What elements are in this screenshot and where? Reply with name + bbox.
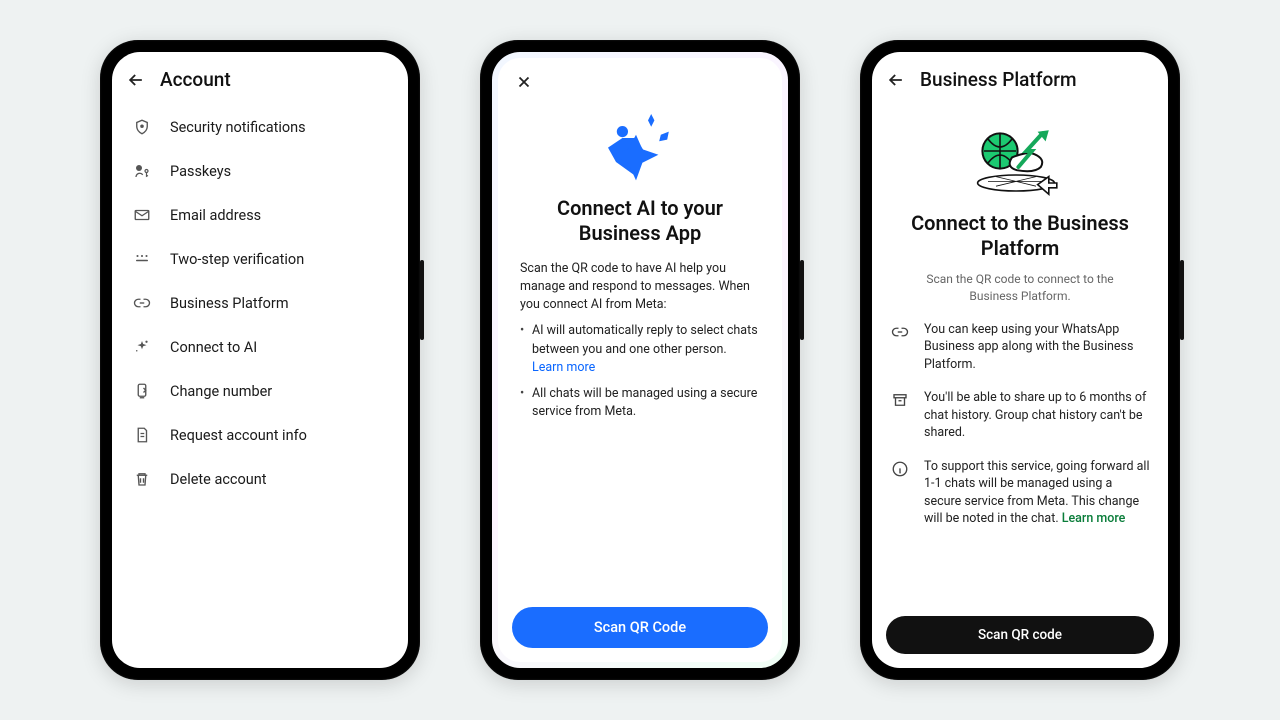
- info-row-1: You can keep using your WhatsApp Busines…: [872, 313, 1168, 382]
- link-icon: [132, 294, 152, 312]
- label: Change number: [170, 383, 272, 400]
- screen-business-platform: Business Platform Connect to the Busines…: [872, 52, 1168, 668]
- info-text: To support this service, going forward a…: [924, 458, 1150, 528]
- row-email[interactable]: Email address: [112, 193, 408, 237]
- back-arrow-icon[interactable]: [886, 70, 906, 90]
- label: Delete account: [170, 471, 267, 488]
- page-title: Business Platform: [920, 68, 1077, 91]
- header: Business Platform: [872, 52, 1168, 101]
- row-delete-account[interactable]: Delete account: [112, 457, 408, 501]
- label: Business Platform: [170, 295, 289, 312]
- screen-account: Account Security notifications Passkeys …: [112, 52, 408, 668]
- hero-illustration: [872, 101, 1168, 205]
- page-title: Account: [160, 68, 231, 91]
- label: Two-step verification: [170, 251, 304, 268]
- row-security-notifications[interactable]: Security notifications: [112, 105, 408, 149]
- phone-mockup-account: Account Security notifications Passkeys …: [100, 40, 420, 680]
- row-request-info[interactable]: Request account info: [112, 413, 408, 457]
- learn-more-link[interactable]: Learn more: [532, 360, 595, 375]
- row-two-step[interactable]: Two-step verification: [112, 237, 408, 281]
- close-icon[interactable]: [512, 70, 536, 94]
- info-text: You can keep using your WhatsApp Busines…: [924, 321, 1150, 374]
- row-business-platform[interactable]: Business Platform: [112, 281, 408, 325]
- label: Passkeys: [170, 163, 231, 180]
- row-passkeys[interactable]: Passkeys: [112, 149, 408, 193]
- label: Email address: [170, 207, 261, 224]
- phone-mockup-business-platform: Business Platform Connect to the Busines…: [860, 40, 1180, 680]
- pin-dots-icon: [132, 250, 152, 268]
- screen-connect-ai: Connect AI to your Business App Scan the…: [492, 52, 788, 668]
- settings-list: Security notifications Passkeys Email ad…: [112, 101, 408, 505]
- sparkle-icon: [132, 338, 152, 356]
- modal-lead: Scan the QR code to have AI help you man…: [498, 254, 782, 318]
- modal-title: Connect AI to your Business App: [498, 190, 782, 254]
- learn-more-link[interactable]: Learn more: [1062, 511, 1126, 526]
- heading: Connect to the Business Platform: [872, 205, 1168, 269]
- label: Request account info: [170, 427, 307, 444]
- row-change-number[interactable]: Change number: [112, 369, 408, 413]
- bullet-2: All chats will be managed using a secure…: [520, 381, 760, 425]
- info-row-2: You'll be able to share up to 6 months o…: [872, 381, 1168, 450]
- link-icon: [890, 321, 910, 374]
- header: Account: [112, 52, 408, 101]
- globe-growth-icon: [955, 119, 1085, 199]
- document-icon: [132, 426, 152, 444]
- info-icon: [890, 458, 910, 528]
- scan-qr-button[interactable]: Scan QR code: [886, 616, 1154, 654]
- archive-icon: [890, 389, 910, 442]
- hero-illustration: [498, 58, 782, 190]
- mail-icon: [132, 206, 152, 224]
- bullet-list: AI will automatically reply to select ch…: [498, 318, 782, 425]
- phone-mockup-connect-ai: Connect AI to your Business App Scan the…: [480, 40, 800, 680]
- bullet-1: AI will automatically reply to select ch…: [520, 318, 760, 380]
- back-arrow-icon[interactable]: [126, 70, 146, 90]
- ai-sparkle-icon: [590, 106, 690, 190]
- scan-qr-button[interactable]: Scan QR Code: [512, 607, 768, 648]
- sim-swap-icon: [132, 382, 152, 400]
- info-row-3: To support this service, going forward a…: [872, 450, 1168, 536]
- subheading: Scan the QR code to connect to the Busin…: [872, 269, 1168, 313]
- info-text: You'll be able to share up to 6 months o…: [924, 389, 1150, 442]
- label: Security notifications: [170, 119, 306, 136]
- passkey-icon: [132, 162, 152, 180]
- bullet-1-text: AI will automatically reply to select ch…: [532, 323, 758, 356]
- shield-icon: [132, 118, 152, 136]
- label: Connect to AI: [170, 339, 257, 356]
- modal-sheet: Connect AI to your Business App Scan the…: [498, 58, 782, 662]
- row-connect-ai[interactable]: Connect to AI: [112, 325, 408, 369]
- trash-icon: [132, 470, 152, 488]
